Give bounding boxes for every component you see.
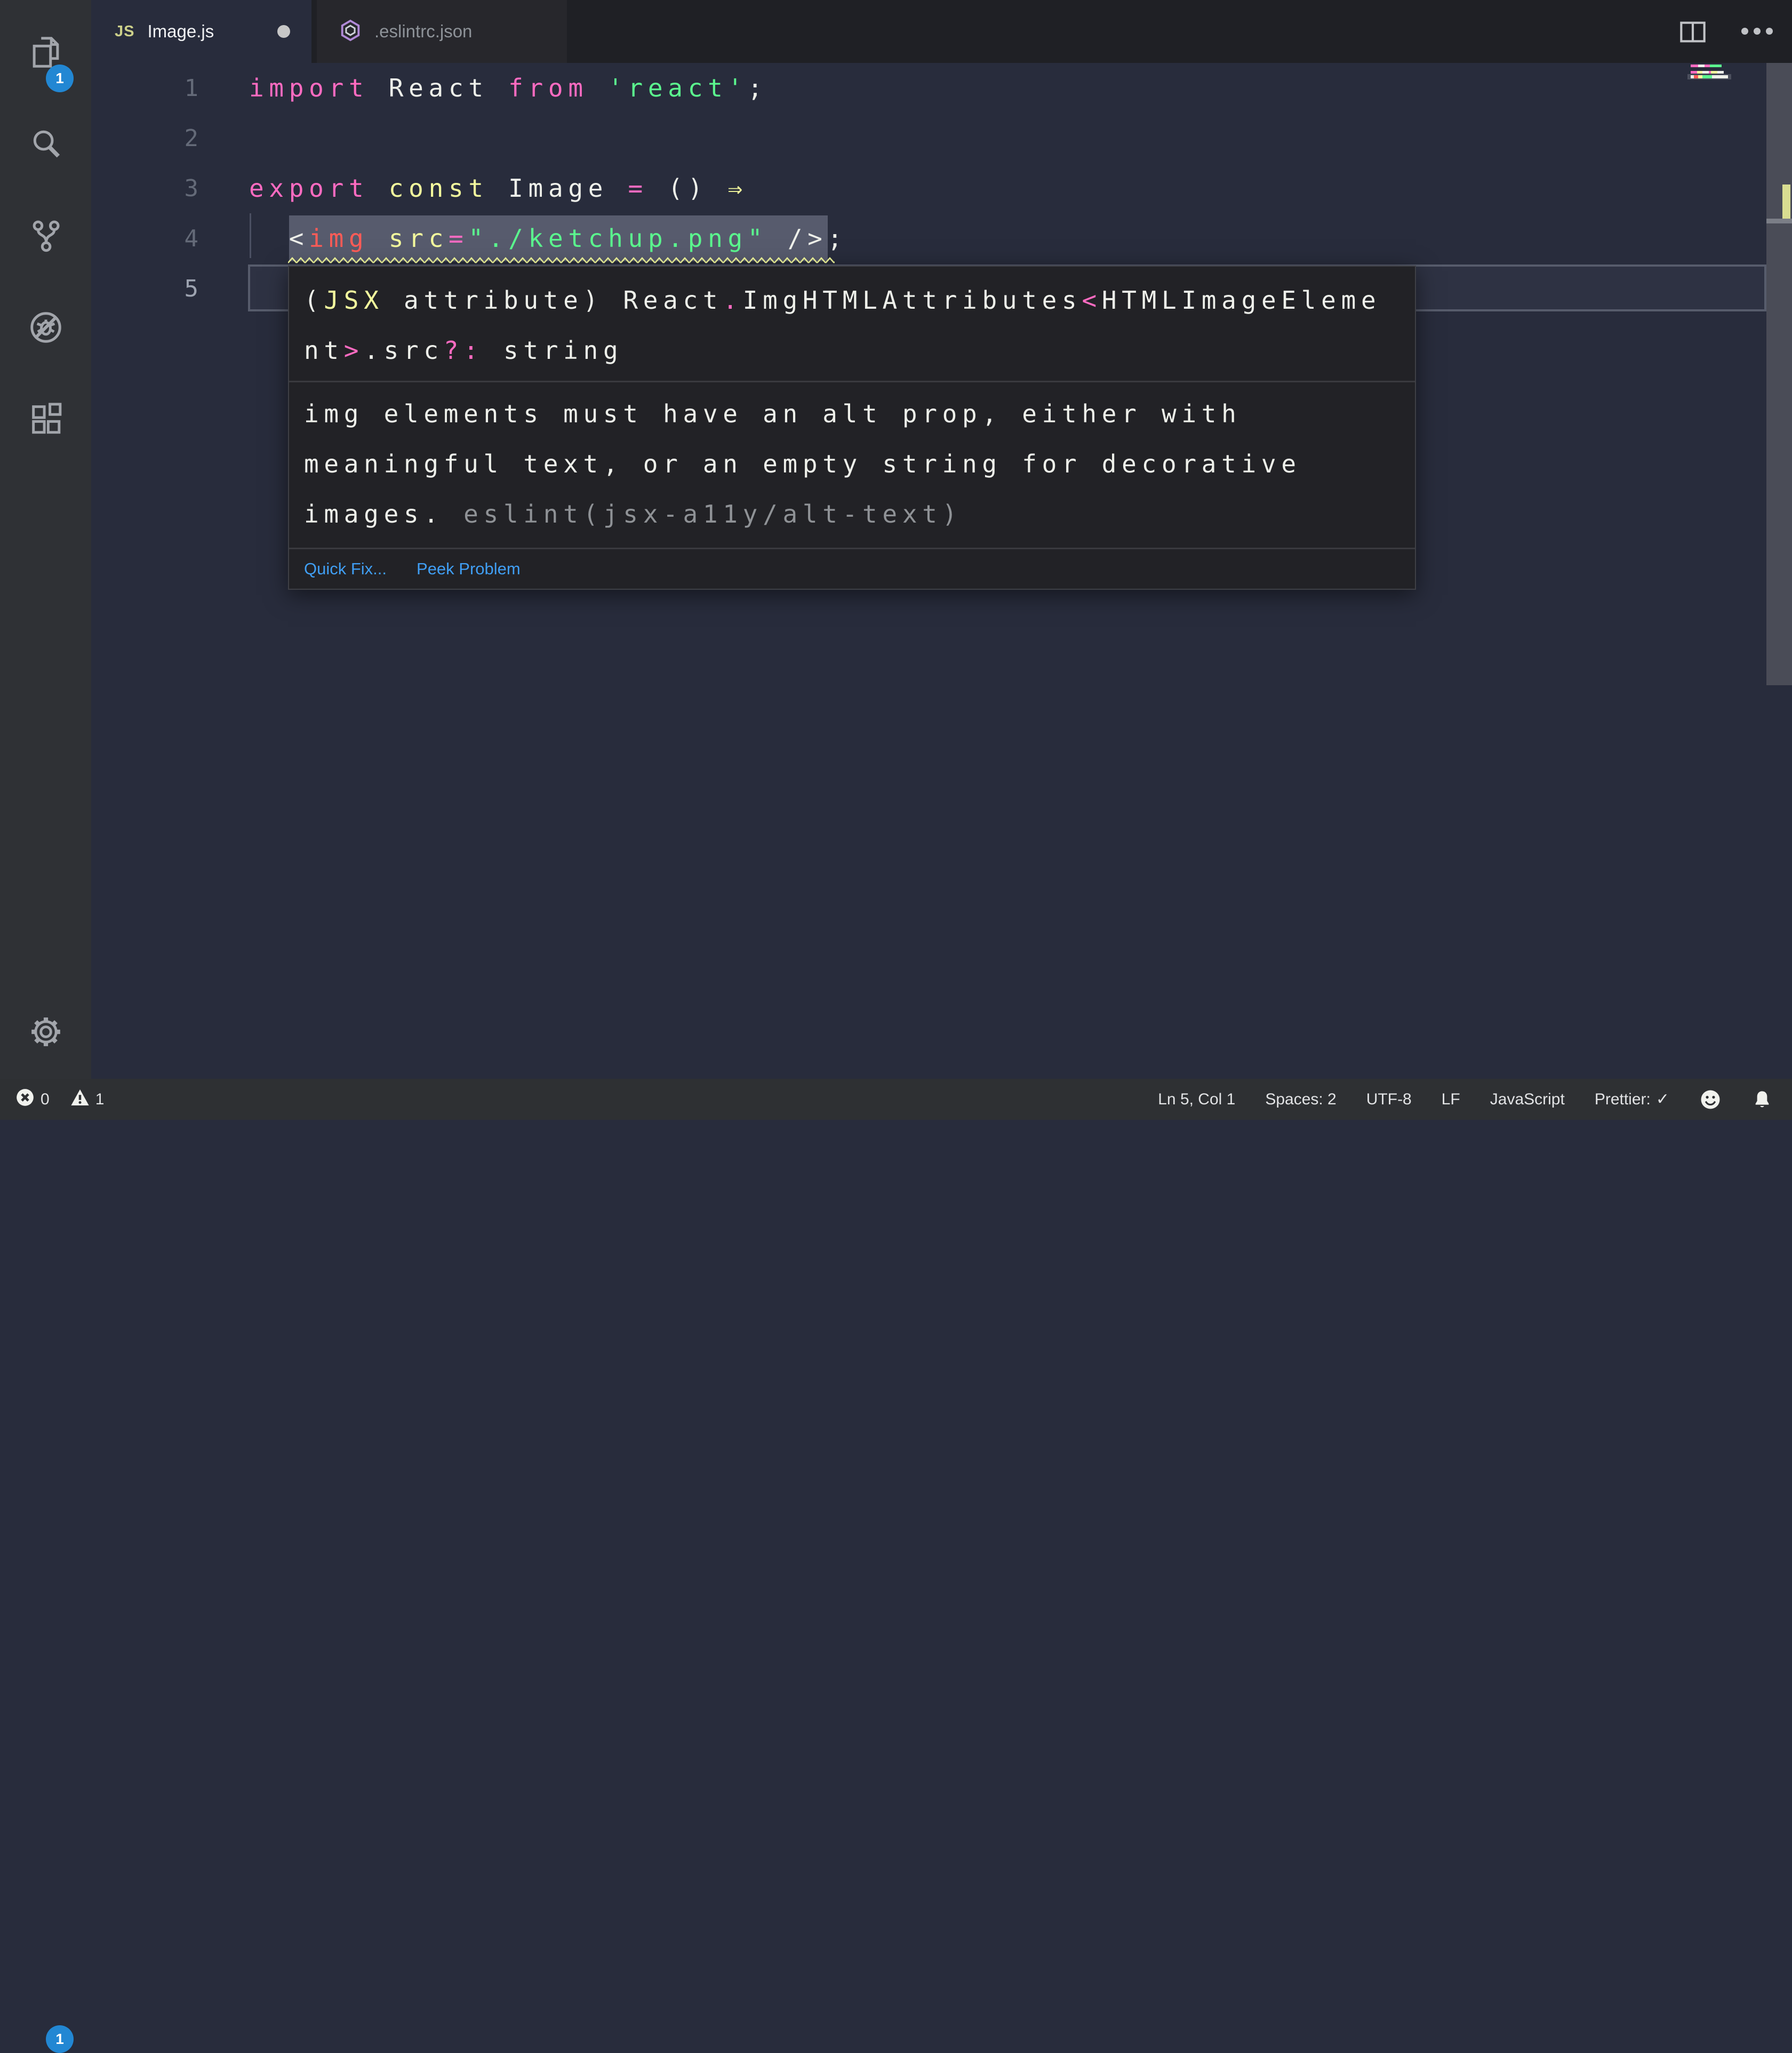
indent-guide — [250, 213, 251, 258]
problems-errors[interactable]: 0 — [15, 1087, 50, 1112]
sidebar-item-explorer[interactable]: 1 — [0, 13, 91, 93]
vertical-scrollbar[interactable] — [1766, 63, 1792, 685]
code-line-3: 3 export const Image = () ⇒ — [91, 163, 1792, 213]
indentation[interactable]: Spaces: 2 — [1265, 1090, 1336, 1109]
hover-type-line: (JSX attribute) React.ImgHTMLAttributes<… — [304, 286, 1381, 315]
explorer-badge: 1 — [46, 65, 74, 92]
line-number: 2 — [184, 124, 199, 152]
javascript-file-icon: JS — [115, 22, 135, 40]
check-icon: ✓ — [1655, 1090, 1669, 1108]
cursor-position[interactable]: Ln 5, Col 1 — [1158, 1090, 1235, 1109]
warning-icon — [70, 1087, 90, 1112]
manage-button[interactable]: 1 — [0, 993, 91, 2053]
prettier-status[interactable]: Prettier: ✓ — [1595, 1090, 1669, 1109]
lint-rule-id: eslint(jsx-a11y/alt-text) — [463, 500, 963, 528]
status-bar: 0 1 Ln 5, Col 1 Spaces: 2 UTF-8 LF JavaS… — [0, 1079, 1792, 1120]
lint-message-line: meaningful text, or an empty string for … — [304, 450, 1301, 478]
hover-lint-message: img elements must have an alt prop, eith… — [289, 382, 1415, 548]
lint-message-line: images. eslint(jsx-a11y/alt-text) — [304, 489, 1400, 539]
tab-bar: JS Image.js .eslintrc.json — [91, 0, 1792, 63]
split-editor-icon[interactable] — [1679, 20, 1707, 46]
lint-message-tail: images. — [304, 500, 464, 528]
tab-eslintrc-json[interactable]: .eslintrc.json — [317, 0, 567, 63]
code-editor[interactable]: 1 import React from 'react'; 2 3 export cons… — [91, 63, 1792, 1079]
line-number: 5 — [184, 275, 199, 302]
more-actions-icon[interactable] — [1741, 28, 1773, 35]
quick-fix-link[interactable]: Quick Fix... — [304, 559, 387, 579]
minimap-line — [1691, 71, 1724, 74]
peek-problem-link[interactable]: Peek Problem — [417, 559, 521, 579]
minimap-line — [1691, 65, 1722, 67]
notifications-bell-icon[interactable] — [1751, 1089, 1773, 1110]
language-mode[interactable]: JavaScript — [1490, 1090, 1565, 1109]
sidebar-item-debug[interactable] — [0, 288, 91, 368]
sidebar-item-search[interactable] — [0, 105, 91, 185]
feedback-smiley-icon[interactable] — [1699, 1088, 1722, 1111]
line-number: 3 — [184, 174, 199, 202]
error-count: 0 — [41, 1090, 50, 1108]
code-line-1: 1 import React from 'react'; — [91, 63, 1792, 113]
extensions-icon — [27, 400, 65, 440]
hover-actions: Quick Fix... Peek Problem — [289, 549, 1415, 589]
minimap-line — [1691, 75, 1728, 78]
warning-count: 1 — [95, 1090, 105, 1108]
dirty-indicator-icon[interactable] — [277, 25, 290, 38]
gear-icon — [27, 1013, 65, 1053]
search-icon — [27, 125, 65, 165]
prettier-label: Prettier: — [1594, 1090, 1651, 1108]
hover-type-signature: (JSX attribute) React.ImgHTMLAttributes<… — [289, 267, 1415, 381]
tab-image-js[interactable]: JS Image.js — [91, 0, 311, 63]
hover-type-line: nt>.src?: string — [304, 336, 623, 365]
sidebar-item-extensions[interactable] — [0, 380, 91, 460]
warning-squiggle — [288, 256, 835, 264]
encoding[interactable]: UTF-8 — [1366, 1090, 1412, 1109]
code-line-4: 4 <img src="./ketchup.png" />; — [91, 213, 1792, 263]
lint-message-line: img elements must have an alt prop, eith… — [304, 399, 1242, 428]
eslint-file-icon — [338, 18, 363, 45]
sidebar-item-source-control[interactable] — [0, 197, 91, 277]
code-line-2: 2 — [91, 113, 1792, 163]
line-number: 1 — [184, 74, 199, 102]
error-icon — [15, 1087, 35, 1112]
line-number: 4 — [184, 224, 199, 252]
overview-ruler-cursor-mark — [1766, 219, 1792, 223]
hover-problem-popup: (JSX attribute) React.ImgHTMLAttributes<… — [288, 266, 1416, 590]
tab-label: Image.js — [147, 21, 214, 41]
activity-bar: 1 1 — [0, 0, 91, 2053]
eol-sequence[interactable]: LF — [1442, 1090, 1460, 1109]
tab-label: .eslintrc.json — [374, 21, 473, 41]
manage-badge: 1 — [46, 2025, 74, 2053]
debug-disabled-icon — [27, 309, 65, 349]
problems-warnings[interactable]: 1 — [70, 1087, 105, 1112]
source-control-icon — [27, 217, 65, 257]
overview-ruler-warning-mark — [1782, 185, 1790, 219]
